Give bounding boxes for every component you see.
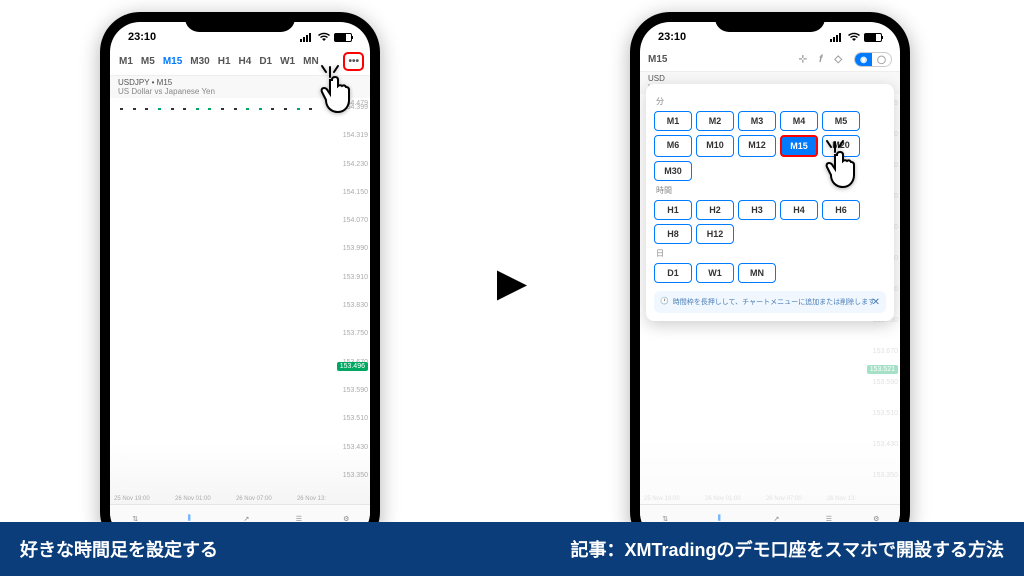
symbol-info: USDJPY • M15 US Dollar vs Japanese Yen (110, 76, 370, 98)
tf-option-h12[interactable]: H12 (696, 224, 734, 244)
phone-notch (715, 12, 825, 32)
arrow-transition-icon (487, 261, 537, 316)
chart-area[interactable]: 154.479 154.399154.319154.230154.150154.… (110, 98, 370, 504)
timeframe-h1[interactable]: H1 (215, 54, 234, 69)
symbol-desc: US Dollar vs Japanese Yen (118, 87, 362, 96)
function-icon[interactable]: f (819, 54, 822, 65)
symbol-pair: USD (648, 74, 892, 83)
tf-option-m12[interactable]: M12 (738, 135, 776, 157)
timeframe-mn[interactable]: MN (300, 54, 322, 69)
timeframe-d1[interactable]: D1 (256, 54, 275, 69)
hint-close-button[interactable]: ✕ (872, 297, 880, 308)
more-timeframes-button[interactable]: ••• (343, 52, 364, 71)
tf-option-m20[interactable]: M20 (822, 135, 860, 157)
timeframe-m30[interactable]: M30 (187, 54, 212, 69)
tf-option-m1[interactable]: M1 (654, 111, 692, 131)
tf-option-m6[interactable]: M6 (654, 135, 692, 157)
candlestick-chart (114, 108, 328, 484)
footer-bar: 好きな時間足を設定する 記事：XMTradingのデモ口座をスマホで開設する方法 (0, 522, 1024, 576)
status-time: 23:10 (128, 31, 156, 43)
current-price-tag: 153.496 (337, 362, 368, 371)
timeframe-bar: M1M5M15M30H1H4D1W1MN ••• (110, 48, 370, 76)
timeframe-w1[interactable]: W1 (277, 54, 298, 69)
timeframe-h4[interactable]: H4 (236, 54, 255, 69)
timeframe-selector-panel: 分 M1M2M3M4M5M6M10M12M15M20M30 時間 H1H2H3H… (646, 84, 894, 321)
x-axis: 25 Nov 19:0026 Nov 01:0026 Nov 07:0026 N… (640, 494, 860, 504)
phone-screen-right: 23:10 M15 ⊹ f ◇ ◉◯ USD US 154.319154.230… (640, 22, 900, 542)
tf-option-m10[interactable]: M10 (696, 135, 734, 157)
clock-icon: 🕐 (660, 297, 669, 305)
section-minutes-label: 分 (656, 96, 886, 107)
tf-option-mn[interactable]: MN (738, 263, 776, 283)
tf-option-m4[interactable]: M4 (780, 111, 818, 131)
wifi-icon (847, 32, 861, 42)
timeframe-header: M15 ⊹ f ◇ ◉◯ (640, 48, 900, 72)
phone-notch (185, 12, 295, 32)
crosshair-icon[interactable]: ⊹ (799, 54, 807, 65)
symbol-pair: USDJPY • M15 (118, 78, 362, 87)
phone-mockup-left: 23:10 M1M5M15M30H1H4D1W1MN ••• USDJPY • M… (100, 12, 380, 552)
signal-icon (300, 33, 314, 42)
footer-caption-left: 好きな時間足を設定する (20, 536, 218, 562)
timeframe-m15[interactable]: M15 (160, 54, 185, 69)
section-days-label: 日 (656, 248, 886, 259)
wifi-icon (317, 32, 331, 42)
tf-option-h1[interactable]: H1 (654, 200, 692, 220)
timeframe-m5[interactable]: M5 (138, 54, 158, 69)
battery-icon (334, 33, 352, 42)
tf-option-m3[interactable]: M3 (738, 111, 776, 131)
section-hours-label: 時間 (656, 185, 886, 196)
tf-option-d1[interactable]: D1 (654, 263, 692, 283)
tf-option-w1[interactable]: W1 (696, 263, 734, 283)
footer-caption-right: 記事：XMTradingのデモ口座をスマホで開設する方法 (571, 536, 1004, 562)
object-icon[interactable]: ◇ (834, 54, 842, 65)
tf-option-m30[interactable]: M30 (654, 161, 692, 181)
tf-option-h2[interactable]: H2 (696, 200, 734, 220)
timeframe-m1[interactable]: M1 (116, 54, 136, 69)
battery-icon (864, 33, 882, 42)
status-time: 23:10 (658, 31, 686, 43)
phone-mockup-right: 23:10 M15 ⊹ f ◇ ◉◯ USD US 154.319154.230… (630, 12, 910, 552)
tf-option-h4[interactable]: H4 (780, 200, 818, 220)
chart-type-toggle[interactable]: ◉◯ (854, 52, 892, 67)
x-axis: 25 Nov 19:0026 Nov 01:0026 Nov 07:0026 N… (110, 494, 330, 504)
phone-screen-left: 23:10 M1M5M15M30H1H4D1W1MN ••• USDJPY • M… (110, 22, 370, 542)
tf-option-m5[interactable]: M5 (822, 111, 860, 131)
tf-option-h3[interactable]: H3 (738, 200, 776, 220)
hint-message: 🕐 時間枠を長押しして、チャートメニューに追加または削除します ✕ (654, 291, 886, 313)
tf-option-m15[interactable]: M15 (780, 135, 818, 157)
current-price-tag: 153.521 (867, 365, 898, 374)
hint-text: 時間枠を長押しして、チャートメニューに追加または削除します (673, 297, 875, 307)
y-axis: 154.399154.319154.230154.150154.070153.9… (328, 98, 368, 504)
days-grid: D1W1MN (654, 263, 886, 283)
tf-option-h6[interactable]: H6 (822, 200, 860, 220)
current-timeframe[interactable]: M15 (648, 54, 667, 65)
minutes-grid: M1M2M3M4M5 M6M10M12M15M20 M30 (654, 111, 886, 181)
tf-option-m2[interactable]: M2 (696, 111, 734, 131)
tf-option-h8[interactable]: H8 (654, 224, 692, 244)
signal-icon (830, 33, 844, 42)
hours-grid: H1H2H3H4H6 H8H12 (654, 200, 886, 244)
